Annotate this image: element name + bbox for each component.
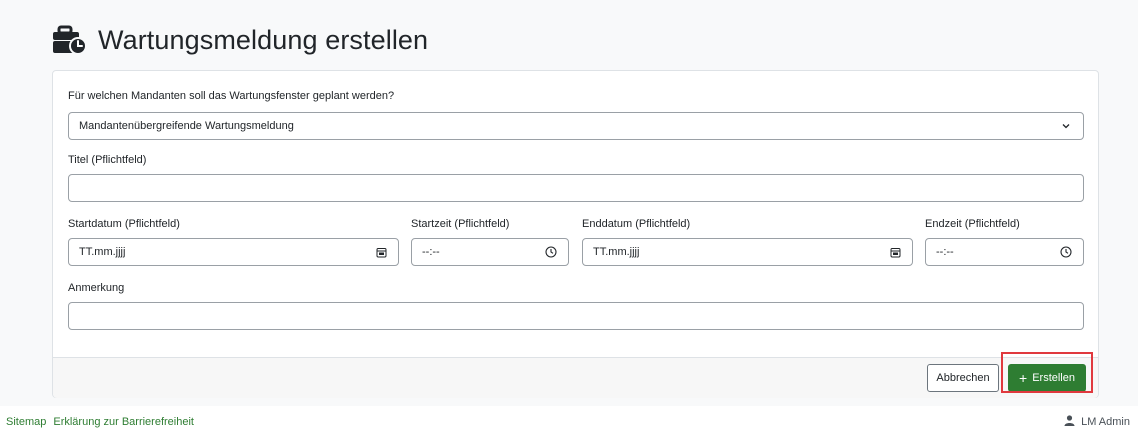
- calendar-icon[interactable]: [888, 245, 902, 259]
- start-time-input[interactable]: --:--: [411, 238, 569, 266]
- note-input[interactable]: [68, 302, 1084, 330]
- clock-icon[interactable]: [544, 245, 558, 259]
- briefcase-clock-icon: [52, 25, 88, 55]
- start-time-placeholder: --:--: [422, 246, 440, 258]
- tenant-select[interactable]: Mandantenübergreifende Wartungsmeldung: [68, 112, 1084, 140]
- tenant-label: Für welchen Mandanten soll das Wartungsf…: [68, 90, 395, 102]
- form-body: Für welchen Mandanten soll das Wartungsf…: [53, 71, 1098, 357]
- title-label: Titel (Pflichtfeld): [68, 154, 147, 166]
- create-button[interactable]: + Erstellen: [1008, 364, 1086, 392]
- user-menu[interactable]: LM Admin: [1064, 415, 1130, 428]
- end-date-input[interactable]: TT.mm.jjjj: [582, 238, 913, 266]
- start-time-label: Startzeit (Pflichtfeld): [411, 218, 510, 230]
- end-time-input[interactable]: --:--: [925, 238, 1084, 266]
- footer-links: Sitemap Erklärung zur Barrierefreiheit: [6, 416, 194, 428]
- sitemap-link[interactable]: Sitemap: [6, 416, 46, 428]
- end-date-placeholder: TT.mm.jjjj: [593, 246, 640, 258]
- start-date-label: Startdatum (Pflichtfeld): [68, 218, 180, 230]
- cancel-button-label: Abbrechen: [936, 372, 990, 384]
- accessibility-statement-link[interactable]: Erklärung zur Barrierefreiheit: [53, 416, 194, 428]
- plus-icon: +: [1019, 370, 1028, 386]
- end-time-placeholder: --:--: [936, 246, 954, 258]
- tenant-select-value: Mandantenübergreifende Wartungsmeldung: [79, 120, 294, 132]
- title-input[interactable]: [68, 174, 1084, 202]
- page-header: Wartungsmeldung erstellen: [52, 20, 428, 60]
- form-footer: Abbrechen + Erstellen: [53, 352, 1098, 398]
- end-time-label: Endzeit (Pflichtfeld): [925, 218, 1020, 230]
- create-button-label: Erstellen: [1032, 372, 1075, 384]
- clock-icon[interactable]: [1059, 245, 1073, 259]
- end-date-label: Enddatum (Pflichtfeld): [582, 218, 691, 230]
- maintenance-form-card: Für welchen Mandanten soll das Wartungsf…: [52, 70, 1099, 398]
- chevron-down-icon: [1059, 119, 1073, 133]
- calendar-icon[interactable]: [374, 245, 388, 259]
- user-icon: [1064, 415, 1075, 428]
- start-date-input[interactable]: TT.mm.jjjj: [68, 238, 399, 266]
- start-date-placeholder: TT.mm.jjjj: [79, 246, 126, 258]
- user-name: LM Admin: [1081, 416, 1130, 428]
- note-label: Anmerkung: [68, 282, 125, 294]
- cancel-button[interactable]: Abbrechen: [927, 364, 999, 392]
- page-title: Wartungsmeldung erstellen: [98, 24, 429, 55]
